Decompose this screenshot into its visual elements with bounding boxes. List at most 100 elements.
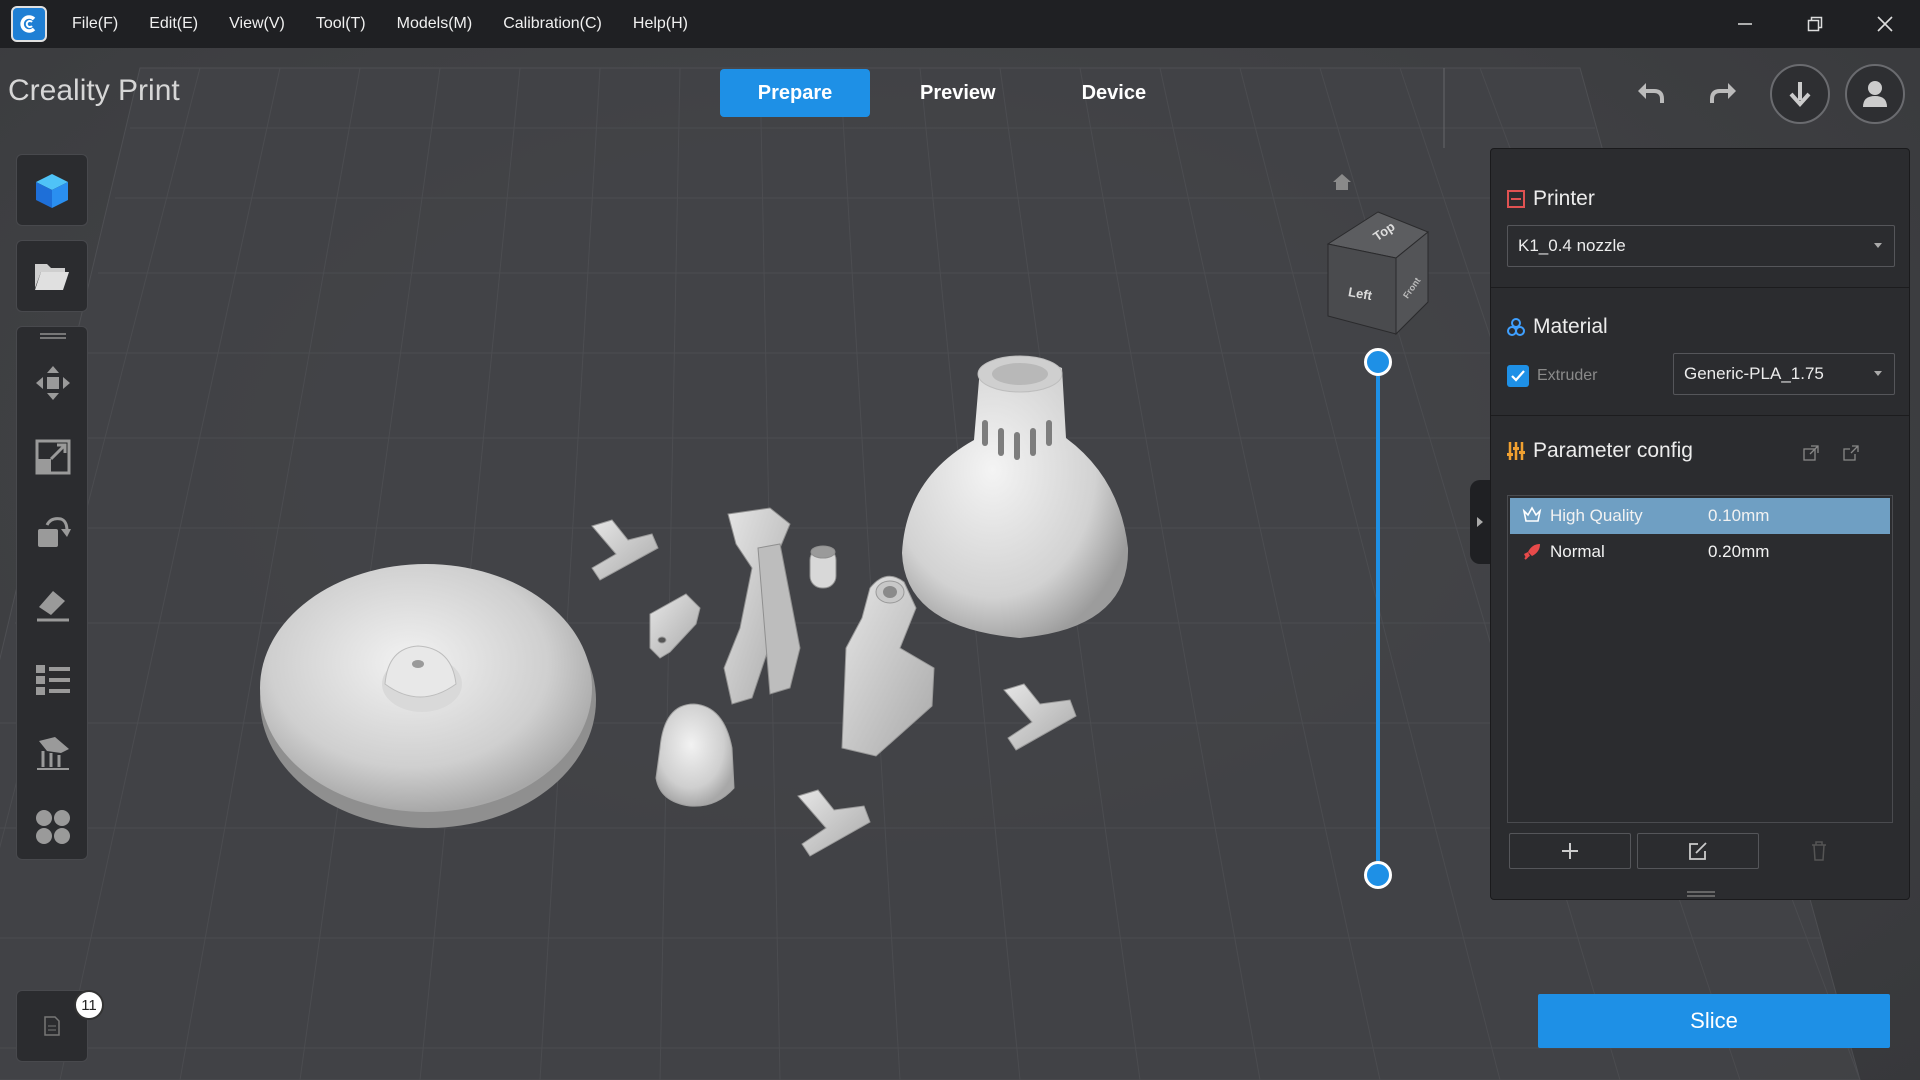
minimize-button[interactable] <box>1710 0 1780 48</box>
view-cube[interactable]: Top Left Front <box>1326 210 1436 341</box>
support-tool[interactable] <box>17 721 89 785</box>
home-icon <box>1333 174 1351 190</box>
printer-select[interactable]: K1_0.4 nozzle <box>1507 225 1895 267</box>
download-button[interactable] <box>1770 64 1830 124</box>
chevron-right-icon <box>1477 517 1483 527</box>
app-logo-icon <box>11 6 47 42</box>
toolbar-grip[interactable] <box>40 333 66 339</box>
object-list-icon <box>36 665 70 695</box>
import-icon <box>1803 445 1819 461</box>
layer-slider-track[interactable] <box>1376 362 1380 874</box>
rotate-tool[interactable] <box>17 499 89 563</box>
panel-resize-grip[interactable] <box>1687 891 1715 897</box>
printer-section-title: Printer <box>1507 187 1595 211</box>
minimize-icon <box>1738 23 1752 25</box>
user-button[interactable] <box>1845 64 1905 124</box>
export-profile-button[interactable] <box>1837 439 1865 467</box>
move-tool[interactable] <box>17 351 89 415</box>
sliders-icon <box>1507 442 1525 460</box>
arrange-icon <box>36 810 70 844</box>
profile-layer-height: 0.20mm <box>1708 542 1770 561</box>
tab-prepare[interactable]: Prepare <box>720 69 870 117</box>
crown-icon <box>1522 506 1542 522</box>
redo-icon <box>1710 83 1736 103</box>
scale-tool[interactable] <box>17 425 89 489</box>
support-icon <box>37 737 69 770</box>
export-icon <box>1843 445 1859 461</box>
profile-name: Normal <box>1550 542 1605 561</box>
app-title: Creality Print <box>8 74 180 107</box>
layer-slider-bottom-handle[interactable] <box>1364 861 1392 889</box>
close-icon <box>1877 16 1893 32</box>
redo-button[interactable] <box>1696 69 1752 117</box>
download-icon <box>1789 82 1811 107</box>
home-view-button[interactable] <box>1332 173 1352 196</box>
rocket-icon <box>1524 544 1540 560</box>
lay-flat-tool[interactable] <box>17 573 89 637</box>
params-section-title: Parameter config <box>1507 439 1693 463</box>
menu-tool[interactable]: Tool(T) <box>316 15 366 33</box>
user-icon <box>1863 81 1887 107</box>
edit-icon <box>1689 842 1707 860</box>
divider <box>1491 415 1909 416</box>
object-view-button[interactable] <box>16 154 88 226</box>
divider <box>1491 287 1909 288</box>
object-list-tool[interactable] <box>17 647 89 711</box>
trash-icon <box>1812 841 1826 861</box>
cube-icon <box>36 174 68 208</box>
panel-collapse-button[interactable] <box>1470 480 1490 564</box>
slice-button[interactable]: Slice <box>1538 994 1890 1048</box>
chevron-down-icon <box>1874 243 1882 248</box>
printer-title: Printer <box>1533 187 1595 210</box>
settings-panel: Printer K1_0.4 nozzle Material Extruder … <box>1490 148 1910 900</box>
profile-list: High Quality 0.10mm Normal 0.20mm <box>1507 495 1893 823</box>
menu-file[interactable]: File(F) <box>72 15 118 33</box>
params-title: Parameter config <box>1533 439 1693 462</box>
menu-edit[interactable]: Edit(E) <box>149 15 198 33</box>
document-icon <box>44 1016 60 1036</box>
menu-view[interactable]: View(V) <box>229 15 285 33</box>
profile-row-high-quality[interactable]: High Quality 0.10mm <box>1510 498 1890 534</box>
checkmark-icon <box>1511 370 1525 382</box>
menu-bar: File(F) Edit(E) View(V) Tool(T) Models(M… <box>0 0 1920 48</box>
profile-row-normal[interactable]: Normal 0.20mm <box>1510 534 1890 570</box>
delete-profile-button[interactable] <box>1807 839 1831 863</box>
tab-device[interactable]: Device <box>1046 69 1183 117</box>
rotate-icon <box>38 517 71 547</box>
left-toolbar <box>16 326 88 860</box>
plus-icon <box>1562 843 1578 859</box>
printer-icon <box>1507 190 1525 208</box>
layer-slider-top-handle[interactable] <box>1364 348 1392 376</box>
lay-flat-icon <box>37 591 69 622</box>
import-profile-button[interactable] <box>1797 439 1825 467</box>
undo-button[interactable] <box>1622 69 1678 117</box>
menu-models[interactable]: Models(M) <box>397 15 473 33</box>
extruder-label: Extruder <box>1537 367 1598 384</box>
open-file-button[interactable] <box>16 240 88 312</box>
material-select[interactable]: Generic-PLA_1.75 <box>1673 353 1895 395</box>
arrange-tool[interactable] <box>17 795 89 859</box>
chevron-down-icon <box>1874 371 1882 376</box>
profile-name: High Quality <box>1550 506 1643 525</box>
menu-calibration[interactable]: Calibration(C) <box>503 15 602 33</box>
printer-select-value: K1_0.4 nozzle <box>1518 236 1626 255</box>
material-section-title: Material <box>1507 315 1608 339</box>
mode-tabs: Prepare Preview Device <box>720 69 1196 117</box>
close-button[interactable] <box>1850 0 1920 48</box>
undo-icon <box>1638 83 1664 103</box>
model-count-badge: 11 <box>74 990 104 1020</box>
profile-layer-height: 0.10mm <box>1708 506 1770 525</box>
folder-open-icon <box>35 264 69 290</box>
tab-preview[interactable]: Preview <box>884 69 1032 117</box>
material-icon <box>1507 318 1525 336</box>
extruder-checkbox[interactable] <box>1507 365 1529 387</box>
move-icon <box>36 366 70 400</box>
restore-button[interactable] <box>1780 0 1850 48</box>
scale-icon <box>35 439 71 475</box>
restore-icon <box>1807 16 1823 32</box>
lamp-base-model <box>260 564 596 828</box>
edit-profile-button[interactable] <box>1637 833 1759 869</box>
menu-help[interactable]: Help(H) <box>633 15 688 33</box>
material-select-value: Generic-PLA_1.75 <box>1684 364 1824 383</box>
add-profile-button[interactable] <box>1509 833 1631 869</box>
